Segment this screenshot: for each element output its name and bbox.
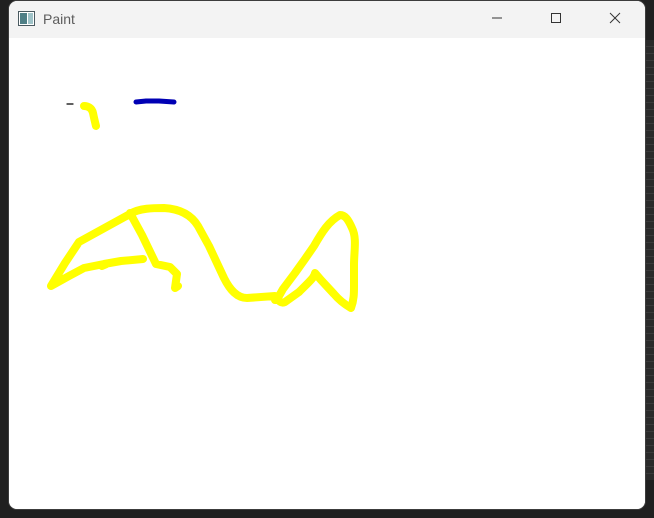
paint-window: Paint (9, 1, 645, 509)
maximize-icon (550, 11, 562, 29)
blue-stroke (133, 98, 177, 105)
maximize-button[interactable] (527, 1, 585, 38)
background-window-edge (644, 40, 654, 480)
yellow-stroke-main (47, 204, 359, 312)
minimize-button[interactable] (468, 1, 526, 38)
window-title: Paint (43, 11, 75, 27)
close-button[interactable] (586, 1, 644, 38)
drawing-canvas[interactable] (9, 38, 645, 509)
close-icon (609, 11, 621, 29)
canvas-drawing (47, 98, 359, 312)
title-bar[interactable]: Paint (9, 1, 645, 38)
yellow-stroke-small (80, 102, 100, 130)
minimize-icon (491, 11, 503, 29)
paint-app-icon (18, 11, 35, 26)
